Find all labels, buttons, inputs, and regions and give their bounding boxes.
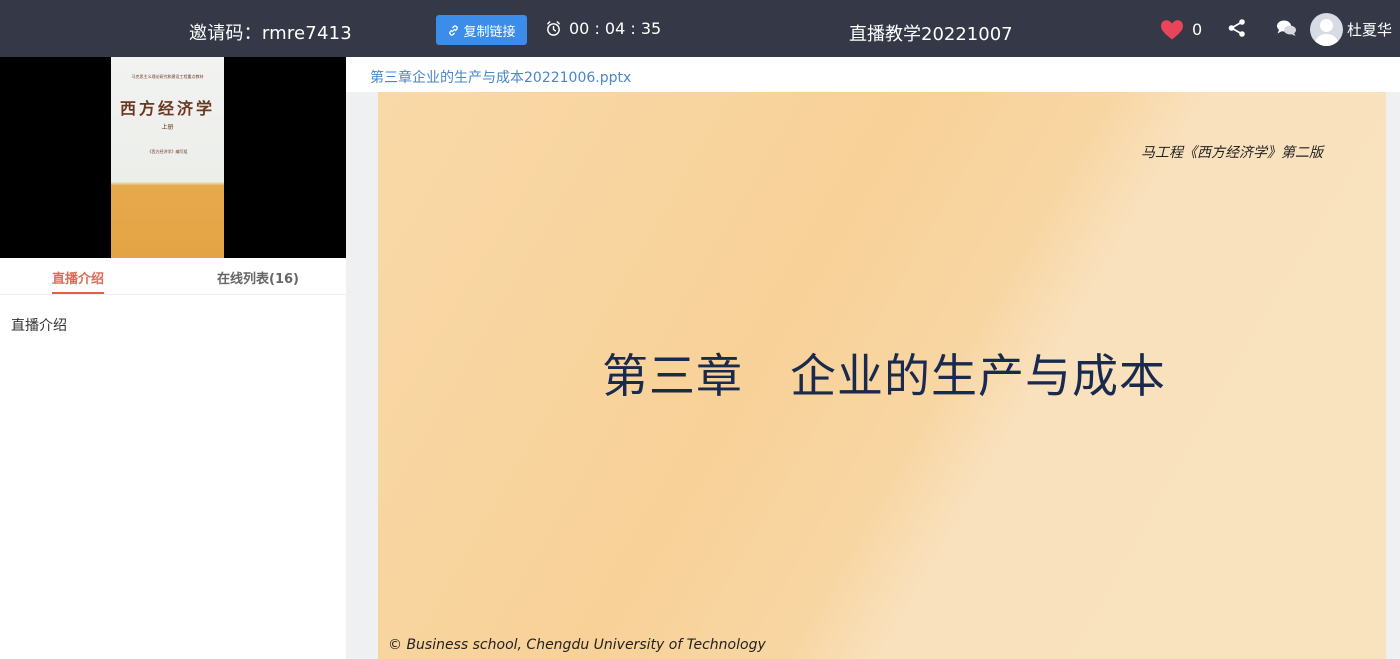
chat-icon[interactable] [1276, 18, 1297, 38]
slide-heading: 第三章 企业的生产与成本 [602, 349, 1166, 403]
timer-value: 00 : 04 : 35 [569, 19, 662, 38]
book-editors: 《西方经济学》编写组 [147, 149, 188, 154]
book-volume: 上册 [161, 124, 174, 131]
invite-label: 邀请码： [189, 23, 262, 44]
left-panel: 马克思主义理论研究和建设工程重点教材 西方经济学 上册 《西方经济学》编写组 直… [0, 57, 346, 659]
tab-online-list[interactable]: 在线列表(16) [217, 268, 299, 287]
user-name: 杜夏华 [1347, 21, 1393, 39]
like-counter[interactable]: 0 [1160, 19, 1202, 40]
live-intro-text: 直播介绍 [11, 318, 67, 334]
presentation-slide: 马工程《西方经济学》第二版 第三章 企业的生产与成本 © Business sc… [378, 92, 1386, 659]
book-series-line: 马克思主义理论研究和建设工程重点教材 [131, 74, 204, 79]
book-title: 西方经济学 [119, 99, 215, 118]
avatar[interactable] [1310, 13, 1343, 46]
heart-icon[interactable] [1160, 19, 1184, 40]
slide-subtitle: 马工程《西方经济学》第二版 [1141, 145, 1323, 161]
top-bar: 邀请码：rmre7413 复制链接 00 : 04 : 35 直播教学20221… [0, 0, 1400, 57]
live-title: 直播教学20221007 [849, 24, 1013, 45]
sidebar-tabs: 直播介绍 在线列表(16) [0, 258, 346, 295]
copy-link-label: 复制链接 [463, 23, 516, 39]
invite-code-label: 邀请码：rmre7413 [189, 19, 352, 45]
copy-link-button[interactable]: 复制链接 [436, 15, 527, 45]
link-icon [449, 24, 459, 36]
slide-footer: © Business school, Chengdu University of… [388, 637, 766, 653]
share-icon[interactable] [1227, 18, 1247, 38]
like-count: 0 [1192, 20, 1203, 39]
book-cover-image: 马克思主义理论研究和建设工程重点教材 西方经济学 上册 《西方经济学》编写组 [111, 57, 224, 258]
user-menu[interactable]: 杜夏华 [1310, 13, 1392, 46]
document-filename[interactable]: 第三章企业的生产与成本20221006.pptx [346, 57, 1400, 92]
document-viewer: 第三章企业的生产与成本20221006.pptx 马工程《西方经济学》第二版 第… [346, 57, 1400, 659]
alarm-clock-icon [547, 21, 560, 36]
tab-live-intro[interactable]: 直播介绍 [52, 268, 105, 294]
invite-code: rmre7413 [261, 23, 352, 44]
live-timer: 00 : 04 : 35 [545, 19, 661, 38]
video-player[interactable]: 马克思主义理论研究和建设工程重点教材 西方经济学 上册 《西方经济学》编写组 [0, 57, 346, 258]
